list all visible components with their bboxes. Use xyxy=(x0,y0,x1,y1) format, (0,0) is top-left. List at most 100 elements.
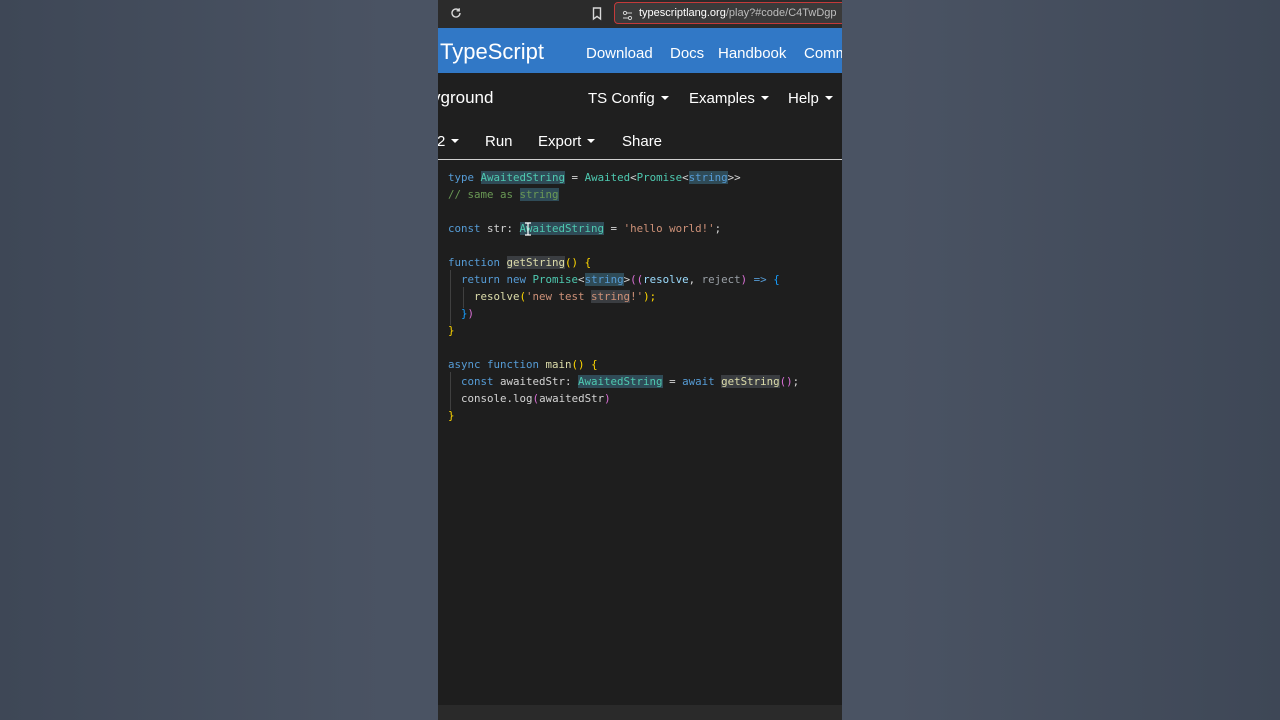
token: getString xyxy=(506,256,566,269)
token: getString xyxy=(721,375,780,388)
code-line-12: async function main() { xyxy=(448,356,598,373)
token: const xyxy=(448,222,481,235)
code-line-1: type AwaitedString = Awaited<Promise<str… xyxy=(448,169,741,186)
code-line-8: resolve('new test string!'); xyxy=(474,288,656,305)
token: string xyxy=(584,273,624,286)
token: AwaitedString xyxy=(578,375,663,388)
token: ) xyxy=(467,307,475,320)
share-button[interactable]: Share xyxy=(622,133,662,150)
token: = xyxy=(662,375,683,388)
token: Awaited xyxy=(584,171,631,184)
reload-icon[interactable] xyxy=(449,6,463,20)
nav-link-community[interactable]: Comm xyxy=(804,45,842,62)
menu-help[interactable]: Help xyxy=(788,90,833,107)
version-select[interactable]: 2 xyxy=(438,133,460,150)
token: reject xyxy=(701,273,741,286)
token: : xyxy=(565,375,579,388)
token: resolve xyxy=(474,290,520,303)
chevron-down-icon xyxy=(760,96,769,101)
code-line-15: } xyxy=(448,407,455,424)
run-button[interactable]: Run xyxy=(485,133,513,150)
editor-toolbar: 2 Run Export Share xyxy=(438,123,842,160)
nav-link-download[interactable]: Download xyxy=(586,45,653,62)
token: { xyxy=(773,273,780,286)
address-bar[interactable]: typescriptlang.org/play?#code/C4TwDgp xyxy=(614,2,842,24)
bookmark-icon[interactable] xyxy=(590,6,604,21)
token: ; xyxy=(792,375,800,388)
token: ); xyxy=(643,290,657,303)
nav-link-docs[interactable]: Docs xyxy=(670,45,704,62)
text-cursor-icon xyxy=(524,222,532,236)
playground-title: yground xyxy=(438,88,494,107)
code-line-6: function getString() { xyxy=(448,254,591,271)
brand-logo[interactable]: TypeScript xyxy=(440,39,544,65)
playground-header: yground TS Config Examples Help xyxy=(438,73,842,123)
code-line-2: // same as string xyxy=(448,186,559,203)
token: 'hello world!' xyxy=(623,222,715,235)
menu-ts-config-label: TS Config xyxy=(588,90,655,107)
menu-examples[interactable]: Examples xyxy=(689,90,769,107)
token: { xyxy=(578,256,592,269)
nav-link-handbook[interactable]: Handbook xyxy=(718,45,786,62)
token: string xyxy=(519,188,559,201)
token: } xyxy=(448,324,455,337)
export-menu[interactable]: Export xyxy=(538,133,596,150)
token: awaitedStr xyxy=(493,375,566,388)
token: ; xyxy=(714,222,722,235)
indent-guide xyxy=(450,372,451,410)
site-settings-icon[interactable] xyxy=(622,8,633,21)
token: < xyxy=(682,171,689,184)
code-line-4: const str: AwaitedString = 'hello world!… xyxy=(448,220,721,237)
token: 'new test xyxy=(526,290,592,303)
menu-ts-config[interactable]: TS Config xyxy=(588,90,669,107)
token: new xyxy=(500,273,533,286)
indent-guide xyxy=(450,270,451,325)
export-menu-label: Export xyxy=(538,133,582,150)
menu-help-label: Help xyxy=(788,90,819,107)
token: const xyxy=(461,375,494,388)
chevron-down-icon xyxy=(660,96,669,101)
token: str: xyxy=(480,222,520,235)
chevron-down-icon xyxy=(587,139,596,144)
token: => xyxy=(747,273,774,286)
code-line-7: return new Promise<string>((resolve, rej… xyxy=(461,271,780,288)
version-select-label: 2 xyxy=(438,133,446,150)
code-line-14: console.log(awaitedStr) xyxy=(461,390,611,407)
token: = xyxy=(604,222,624,235)
code-line-9: }) xyxy=(461,305,474,322)
token: main xyxy=(545,358,572,371)
token: , xyxy=(688,273,702,286)
phone-screen: typescriptlang.org/play?#code/C4TwDgp Ty… xyxy=(438,0,842,720)
token: } xyxy=(448,409,455,422)
url-path: /play?#code/C4TwDgp xyxy=(725,7,837,19)
token: AwaitedString xyxy=(519,222,605,235)
token: string xyxy=(591,290,631,303)
token: () xyxy=(571,358,585,371)
token: () xyxy=(779,375,793,388)
token: = xyxy=(565,171,585,184)
code-line-10: } xyxy=(448,322,455,339)
token: Promise xyxy=(532,273,579,286)
browser-toolbar: typescriptlang.org/play?#code/C4TwDgp xyxy=(438,0,842,28)
token: async xyxy=(448,358,481,371)
token: awaitedStr xyxy=(539,392,605,405)
token: string xyxy=(688,171,728,184)
token: type xyxy=(448,171,475,184)
token: >> xyxy=(727,171,741,184)
token: (( xyxy=(630,273,644,286)
site-navbar: TypeScript Download Docs Handbook Comm xyxy=(438,28,842,73)
token: log xyxy=(513,392,533,405)
token: function xyxy=(480,358,546,371)
token: console xyxy=(461,392,507,405)
token: !' xyxy=(630,290,644,303)
code-editor[interactable]: type AwaitedString = Awaited<Promise<str… xyxy=(438,160,842,705)
token: { xyxy=(584,358,598,371)
code-line-13: const awaitedStr: AwaitedString = await … xyxy=(461,373,799,390)
token: Promise xyxy=(636,171,683,184)
menu-examples-label: Examples xyxy=(689,90,755,107)
token: await xyxy=(682,375,715,388)
token: ) xyxy=(604,392,611,405)
token: // same as xyxy=(448,188,520,201)
token: () xyxy=(565,256,579,269)
token: AwaitedString xyxy=(480,171,566,184)
